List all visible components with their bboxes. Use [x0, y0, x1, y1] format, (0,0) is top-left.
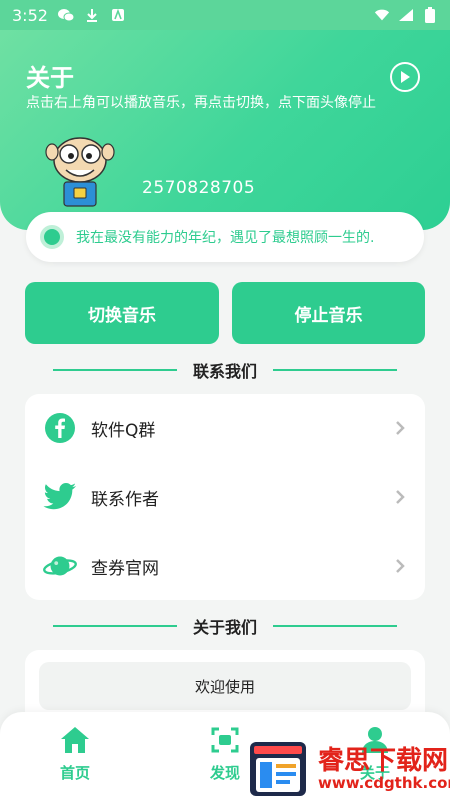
cartoon-avatar-icon: [45, 137, 115, 207]
page-subtitle: 点击右上角可以播放音乐，再点击切换，点下面头像停止: [26, 95, 376, 111]
signal-icon: [398, 8, 414, 22]
motto-card: 我在最没有能力的年纪，遇见了最想照顾一生的.: [26, 212, 424, 262]
scan-icon: [211, 727, 239, 753]
facebook-icon: [43, 411, 77, 445]
contact-item-qq-group[interactable]: 软件Q群: [25, 394, 425, 462]
play-icon: [401, 71, 410, 83]
watermark-logo-icon: [250, 742, 306, 796]
planet-icon: [43, 549, 77, 583]
home-icon: [61, 727, 89, 753]
chevron-right-icon: [396, 490, 405, 504]
user-id: 2570828705: [142, 178, 256, 198]
divider-line: [52, 369, 177, 371]
play-music-button[interactable]: [390, 62, 420, 92]
app-badge-icon: [110, 8, 126, 22]
chevron-right-icon: [396, 559, 405, 573]
divider-line: [273, 625, 397, 627]
contact-item-website[interactable]: 查券官网: [25, 532, 425, 600]
contact-section-title: 联系我们: [0, 358, 450, 382]
motto-dot-icon: [40, 225, 64, 249]
contact-card: 软件Q群 联系作者 查券官网: [25, 394, 425, 600]
about-title-label: 关于我们: [192, 618, 257, 637]
contact-title-label: 联系我们: [192, 362, 257, 381]
avatar[interactable]: [44, 130, 116, 210]
contact-item-author[interactable]: 联系作者: [25, 463, 425, 531]
divider-line: [52, 625, 177, 627]
page-title: 关于: [26, 64, 74, 92]
nav-home-label: 首页: [59, 764, 90, 782]
watermark: 睿思下载网 www.cdgthk.com: [248, 738, 450, 800]
switch-music-button[interactable]: 切换音乐: [25, 282, 219, 344]
motto-text: 我在最没有能力的年纪，遇见了最想照顾一生的.: [76, 230, 375, 246]
contact-item-label: 查券官网: [91, 558, 159, 579]
nav-find-label: 发现: [209, 764, 240, 782]
wifi-icon: [374, 8, 390, 22]
status-notification-icons: [57, 8, 126, 22]
twitter-icon: [43, 480, 77, 514]
about-header: 关于 点击右上角可以播放音乐，再点击切换，点下面头像停止 2570828705: [0, 30, 450, 230]
status-time: 3:52: [12, 5, 48, 25]
welcome-button[interactable]: 欢迎使用: [39, 662, 411, 710]
divider-line: [273, 369, 397, 371]
contact-item-label: 联系作者: [91, 489, 159, 510]
about-section-title: 关于我们: [0, 614, 450, 638]
watermark-text: 睿思下载网: [318, 746, 449, 776]
contact-item-label: 软件Q群: [91, 420, 156, 441]
status-bar: 3:52: [0, 0, 450, 30]
stop-music-button[interactable]: 停止音乐: [232, 282, 425, 344]
battery-icon: [422, 7, 438, 23]
nav-home[interactable]: 首页: [35, 726, 115, 790]
chevron-right-icon: [396, 421, 405, 435]
watermark-url: www.cdgthk.com: [318, 774, 450, 792]
download-icon: [84, 8, 100, 22]
wechat-icon: [57, 8, 74, 22]
